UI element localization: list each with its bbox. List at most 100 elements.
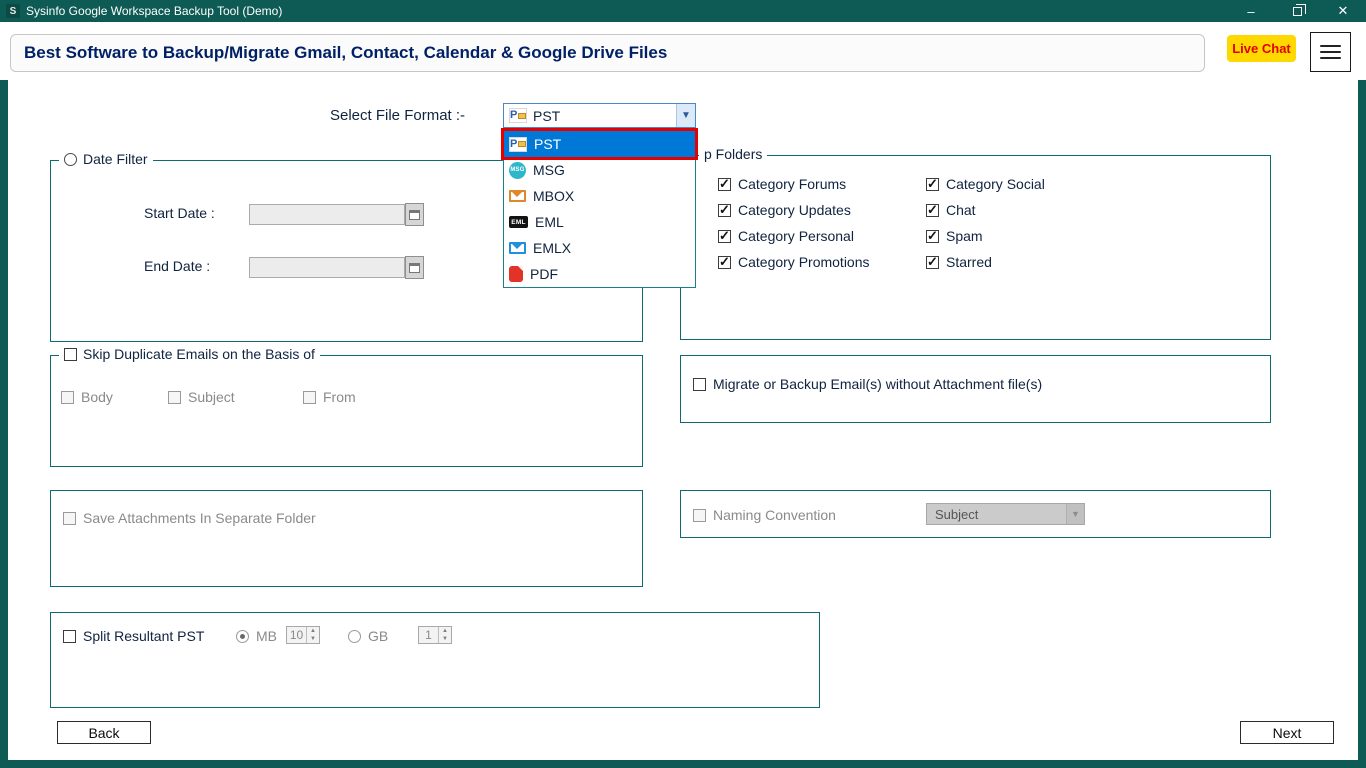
start-date-label: Start Date : xyxy=(144,205,215,221)
checkbox-label: Category Social xyxy=(946,176,1045,192)
checkbox-body[interactable]: Body xyxy=(61,389,113,405)
checkbox-category-personal[interactable]: Category Personal xyxy=(718,228,854,244)
checkbox-box xyxy=(718,228,731,244)
skip-duplicates-label: Skip Duplicate Emails on the Basis of xyxy=(83,346,315,362)
pst-icon: P xyxy=(509,108,527,123)
end-date-calendar-button[interactable] xyxy=(405,256,424,279)
dropdown-option-msg[interactable]: MSG MSG xyxy=(504,157,695,183)
close-button[interactable]: ✕ xyxy=(1320,0,1366,22)
checkbox-box xyxy=(63,511,76,525)
naming-convention-select[interactable]: Subject ▼ xyxy=(926,503,1085,525)
checkbox-label: From xyxy=(323,389,356,405)
menu-button[interactable] xyxy=(1310,32,1351,72)
checkbox-box xyxy=(718,254,731,270)
chevron-down-icon: ▼ xyxy=(676,104,695,127)
option-label: EML xyxy=(535,214,564,230)
dropdown-option-mbox[interactable]: MBOX xyxy=(504,183,695,209)
dropdown-option-pdf[interactable]: PDF xyxy=(504,261,695,287)
checkbox-split-pst[interactable]: Split Resultant PST xyxy=(63,628,204,644)
checkbox-box xyxy=(693,377,706,391)
calendar-icon xyxy=(409,209,420,220)
checkbox-box xyxy=(926,254,939,270)
app-logo-icon: S xyxy=(6,4,20,18)
backup-folders-title: p Folders xyxy=(699,146,768,162)
file-format-dropdown-list: P PST MSG MSG MBOX EML EML EMLX PDF xyxy=(501,128,698,288)
radio-label: MB xyxy=(256,628,277,644)
hamburger-icon xyxy=(1320,41,1341,63)
checkbox-category-social[interactable]: Category Social xyxy=(926,176,1045,192)
radio-gb[interactable]: GB xyxy=(348,628,388,644)
date-filter-label: Date Filter xyxy=(83,151,148,167)
next-button[interactable]: Next xyxy=(1240,721,1334,744)
radio-mb[interactable]: MB xyxy=(236,628,277,644)
eml-icon: EML xyxy=(509,216,528,228)
checkbox-naming-convention[interactable]: Naming Convention xyxy=(693,507,836,523)
header: Best Software to Backup/Migrate Gmail, C… xyxy=(0,22,1366,80)
checkbox-save-attachments[interactable]: Save Attachments In Separate Folder xyxy=(63,510,316,526)
title-bar: S Sysinfo Google Workspace Backup Tool (… xyxy=(0,0,1366,22)
without-attachments-group: Migrate or Backup Email(s) without Attac… xyxy=(680,355,1271,423)
checkbox-box xyxy=(303,390,316,404)
checkbox-label: Naming Convention xyxy=(713,507,836,523)
calendar-icon xyxy=(409,262,420,273)
checkbox-box xyxy=(926,176,939,192)
end-date-input[interactable] xyxy=(249,257,405,278)
checkbox-chat[interactable]: Chat xyxy=(926,202,976,218)
window-controls: – ✕ xyxy=(1228,0,1366,22)
checkbox-box xyxy=(61,390,74,404)
next-button-label: Next xyxy=(1272,724,1302,741)
checkbox-box xyxy=(64,347,77,361)
checkbox-spam[interactable]: Spam xyxy=(926,228,983,244)
start-date-input[interactable] xyxy=(249,204,405,225)
file-format-select[interactable]: P PST ▼ xyxy=(503,103,696,128)
live-chat-button[interactable]: Live Chat xyxy=(1227,35,1296,62)
minimize-button[interactable]: – xyxy=(1228,0,1274,22)
save-attachments-group: Save Attachments In Separate Folder xyxy=(50,490,643,587)
chevron-down-icon: ▼ xyxy=(1066,504,1084,524)
checkbox-from[interactable]: From xyxy=(303,389,356,405)
start-date-calendar-button[interactable] xyxy=(405,203,424,226)
checkbox-category-promotions[interactable]: Category Promotions xyxy=(718,254,870,270)
checkbox-box xyxy=(63,629,76,643)
checkbox-box xyxy=(168,390,181,404)
spinner-value: 1 xyxy=(425,628,432,642)
banner-text: Best Software to Backup/Migrate Gmail, C… xyxy=(24,43,668,62)
maximize-icon xyxy=(1292,3,1306,16)
checkbox-label: Body xyxy=(81,389,113,405)
option-label: MSG xyxy=(533,162,565,178)
backup-folders-group: p Folders Category Forums Category Updat… xyxy=(680,146,1271,340)
spinner-arrows-icon: ▲ ▼ xyxy=(438,627,451,643)
checkbox-label: Category Personal xyxy=(738,228,854,244)
skip-duplicates-checkbox-row[interactable]: Skip Duplicate Emails on the Basis of xyxy=(59,346,320,362)
dropdown-option-pst[interactable]: P PST xyxy=(501,128,698,160)
checkbox-category-forums[interactable]: Category Forums xyxy=(718,176,846,192)
checkbox-label: Split Resultant PST xyxy=(83,628,205,644)
dropdown-option-eml[interactable]: EML EML xyxy=(504,209,695,235)
checkbox-category-updates[interactable]: Category Updates xyxy=(718,202,851,218)
close-icon: ✕ xyxy=(1337,3,1349,18)
date-filter-radio-row[interactable]: Date Filter xyxy=(59,151,153,167)
checkbox-box xyxy=(926,202,939,218)
emlx-icon xyxy=(509,242,526,254)
maximize-button[interactable] xyxy=(1274,0,1320,22)
dropdown-option-emlx[interactable]: EMLX xyxy=(504,235,695,261)
date-filter-radio[interactable] xyxy=(64,152,77,166)
checkbox-box xyxy=(718,202,731,218)
checkbox-label: Starred xyxy=(946,254,992,270)
mbox-icon xyxy=(509,190,526,202)
checkbox-subject[interactable]: Subject xyxy=(168,389,235,405)
checkbox-starred[interactable]: Starred xyxy=(926,254,992,270)
checkbox-label: Category Forums xyxy=(738,176,847,192)
checkbox-without-attachments[interactable]: Migrate or Backup Email(s) without Attac… xyxy=(693,376,1042,392)
mb-size-spinner[interactable]: 10 ▲ ▼ xyxy=(286,626,320,644)
msg-icon: MSG xyxy=(509,161,526,179)
select-file-format-label: Select File Format :- xyxy=(330,107,466,124)
banner: Best Software to Backup/Migrate Gmail, C… xyxy=(10,34,1205,72)
checkbox-label: Chat xyxy=(946,202,976,218)
live-chat-label: Live Chat xyxy=(1232,41,1291,56)
back-button-label: Back xyxy=(88,724,120,741)
radio-label: GB xyxy=(368,628,389,644)
back-button[interactable]: Back xyxy=(57,721,151,744)
gb-size-spinner[interactable]: 1 ▲ ▼ xyxy=(418,626,452,644)
checkbox-label: Spam xyxy=(946,228,983,244)
